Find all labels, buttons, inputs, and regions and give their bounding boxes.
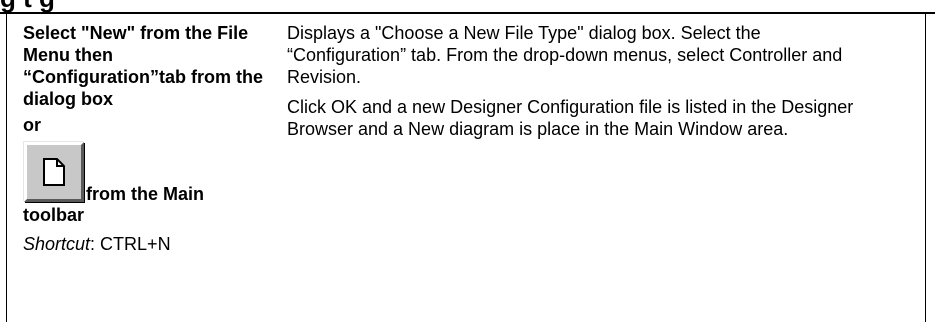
document-page: g t g Select "New" from the File Menu th… [0, 0, 935, 322]
menu-instruction: Select "New" from the File Menu then “Co… [23, 23, 263, 109]
result-column: Displays a "Choose a New File Type" dial… [287, 22, 857, 140]
shortcut-value: : CTRL+N [90, 234, 171, 254]
action-column: Select "New" from the File Menu then “Co… [23, 22, 273, 255]
result-paragraph-1: Displays a "Choose a New File Type" dial… [287, 23, 843, 87]
result-paragraph-2: Click OK and a new Designer Configuratio… [287, 97, 854, 139]
new-document-icon [43, 158, 65, 186]
shortcut-line: Shortcut: CTRL+N [23, 233, 273, 255]
toolbar-suffix-text: from the Main [86, 184, 205, 204]
toolbar-button-row: from the Main [23, 142, 273, 204]
shortcut-label: Shortcut [23, 234, 91, 254]
or-separator: or [23, 115, 41, 135]
toolbar-word: toolbar [23, 205, 84, 225]
new-file-button[interactable] [24, 142, 84, 202]
